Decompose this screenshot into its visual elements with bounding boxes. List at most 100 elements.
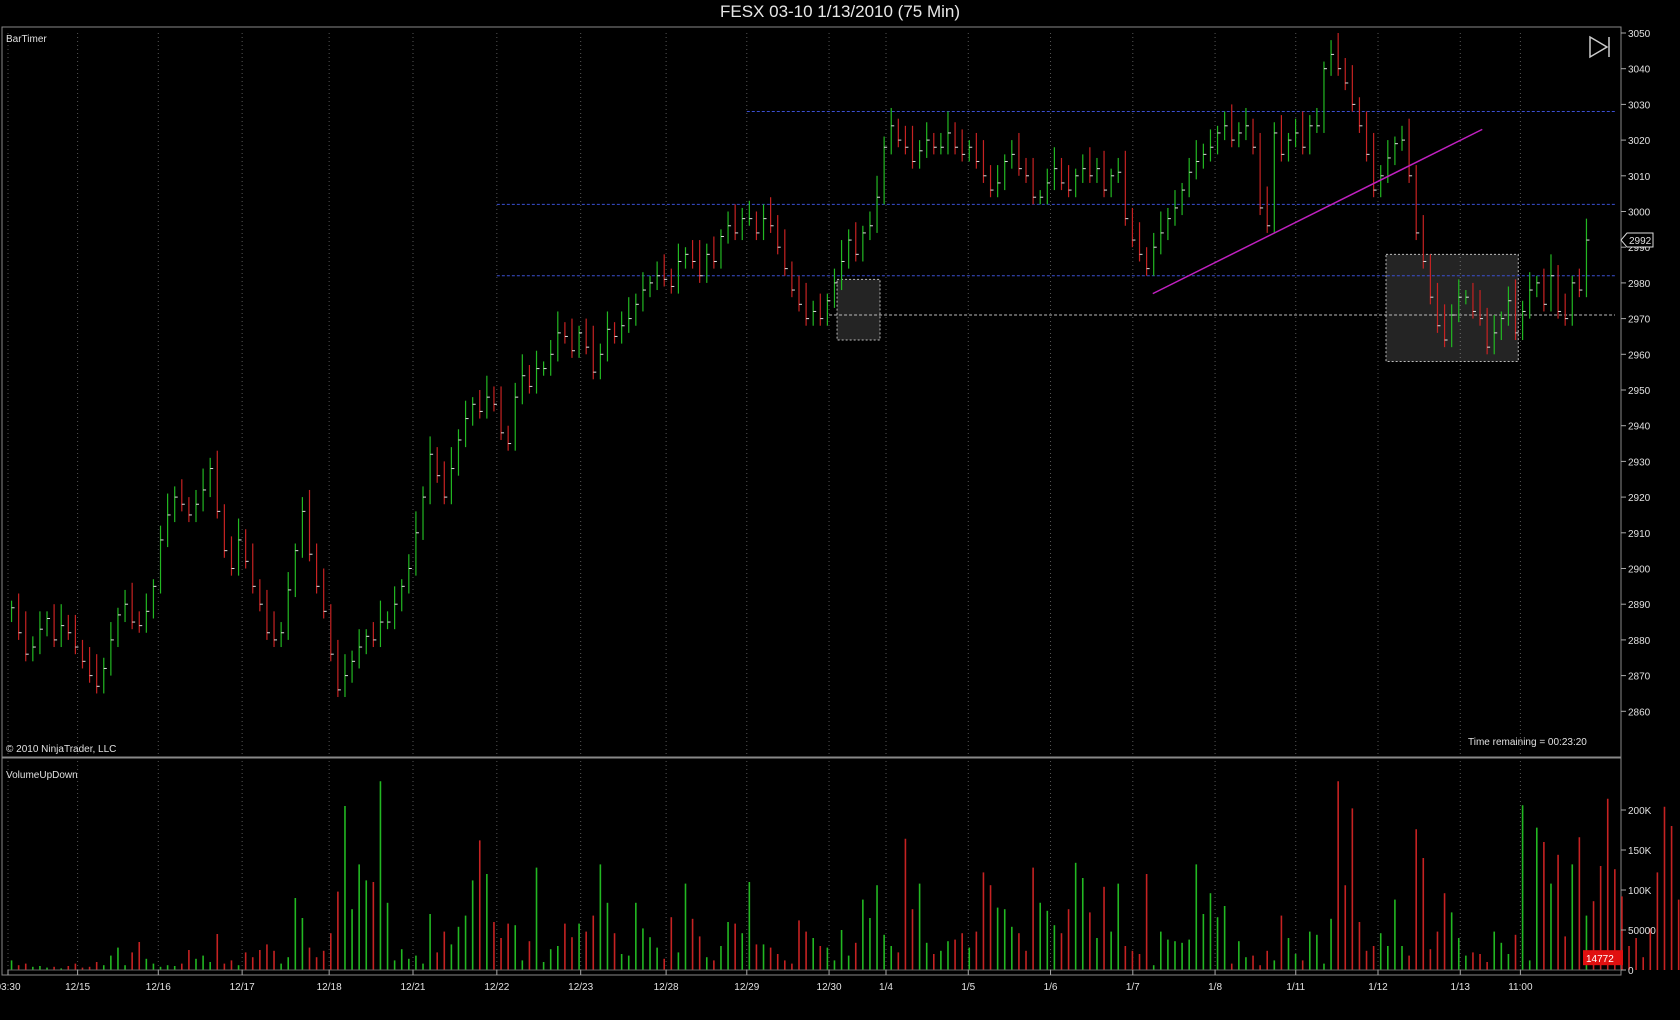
price-bar — [330, 604, 334, 662]
price-bar — [1174, 190, 1178, 226]
volume-tick-label: 50000 — [1628, 926, 1656, 937]
price-bar — [741, 207, 746, 241]
price-bar — [195, 489, 199, 523]
time-tick-label: 12/30 — [817, 982, 842, 993]
price-bar — [152, 579, 157, 619]
price-bar — [592, 325, 597, 380]
price-bar — [926, 122, 930, 158]
price-bar — [954, 122, 959, 155]
grid-lines — [7, 33, 1521, 970]
price-bar — [159, 525, 164, 594]
price-bar — [805, 282, 810, 326]
price-bar — [145, 593, 150, 633]
scroll-to-end-icon[interactable] — [1587, 34, 1613, 60]
volume-axis: 0 50000 100K 150K 200K 14772 — [8, 806, 1656, 977]
price-bar — [947, 111, 951, 155]
price-tick-label: 2970 — [1628, 315, 1651, 326]
price-bar — [514, 382, 519, 451]
price-bar — [1117, 157, 1122, 183]
price-bar — [635, 293, 639, 326]
price-bar — [535, 350, 540, 394]
price-bar — [450, 447, 455, 505]
time-tick-label: 12/23 — [568, 982, 593, 993]
price-tick-label: 3020 — [1628, 136, 1651, 147]
price-volume-chart: 2860 2870 2880 2890 2900 2910 2920 2930 2940 2950… — [0, 26, 1680, 993]
price-bar — [1018, 132, 1022, 176]
price-tick-label: 3010 — [1628, 172, 1651, 183]
price-bar — [81, 639, 86, 669]
price-bar — [1181, 182, 1186, 216]
price-bar — [486, 375, 490, 419]
price-bar — [621, 311, 625, 344]
price-bar — [1536, 275, 1540, 298]
price-bar — [883, 136, 888, 205]
price-bar — [599, 343, 604, 380]
price-bar — [1287, 132, 1292, 162]
price-bar — [18, 593, 22, 640]
price-bar — [287, 572, 292, 640]
price-tick-label: 2950 — [1628, 386, 1651, 397]
time-tick-label: 1/8 — [1208, 982, 1222, 993]
price-bar — [606, 311, 611, 362]
price-bar — [1529, 272, 1533, 319]
price-bar — [216, 450, 221, 519]
price-bars — [10, 33, 1590, 698]
price-bar — [1089, 147, 1093, 183]
price-bar — [777, 215, 781, 255]
price-bar — [117, 607, 121, 648]
price-bar — [188, 497, 192, 523]
price-bar — [351, 650, 356, 683]
price-bar — [46, 611, 51, 637]
price-bar — [1294, 118, 1299, 148]
price-bar — [344, 654, 348, 698]
price-bar — [315, 543, 320, 594]
volume-tick-label: 200K — [1628, 806, 1652, 817]
price-bar — [429, 436, 434, 505]
price-bar — [110, 622, 114, 676]
price-bar — [464, 400, 469, 448]
price-bar — [528, 365, 533, 394]
time-tick-label: 1/13 — [1451, 982, 1471, 993]
price-bar — [493, 386, 497, 412]
price-bar — [223, 504, 228, 558]
price-bar — [982, 140, 987, 183]
price-bar — [1153, 232, 1157, 276]
price-tick-label: 3000 — [1628, 208, 1651, 219]
price-bar — [1202, 143, 1207, 169]
price-bar — [1224, 111, 1228, 141]
price-bar — [1415, 165, 1420, 241]
price-bar — [1280, 115, 1285, 162]
price-bar — [138, 611, 143, 633]
price-bar — [975, 132, 980, 169]
highlight-zone — [836, 278, 881, 341]
price-bar — [10, 600, 15, 623]
price-bar — [997, 165, 1001, 198]
price-bar — [181, 479, 185, 512]
price-bar — [394, 586, 398, 630]
time-tick-label: 12/17 — [230, 982, 255, 993]
price-bar — [1578, 268, 1583, 298]
copyright: © 2010 NinjaTrader, LLC — [6, 744, 116, 755]
price-bar — [628, 297, 632, 333]
price-bar — [1124, 150, 1129, 226]
price-bar — [1167, 207, 1171, 241]
price-bar — [1216, 125, 1221, 155]
price-bar — [1032, 157, 1037, 205]
time-tick-label: 1/7 — [1126, 982, 1140, 993]
price-bar — [1330, 40, 1335, 76]
price-bar — [1138, 222, 1143, 262]
price-bar — [167, 493, 171, 548]
price-bar — [500, 386, 505, 440]
price-bar — [280, 622, 285, 648]
price-bar — [1131, 207, 1136, 248]
price-bar — [408, 554, 412, 594]
time-tick-label: 03:30 — [0, 982, 21, 993]
price-bar — [1238, 122, 1242, 148]
price-bar — [1571, 275, 1576, 326]
price-tick-label: 2880 — [1628, 636, 1651, 647]
price-bar — [1245, 107, 1249, 141]
price-bar — [940, 132, 944, 155]
price-bar — [1259, 132, 1264, 216]
price-bar — [266, 589, 270, 640]
volume-tick-label: 100K — [1628, 886, 1652, 897]
